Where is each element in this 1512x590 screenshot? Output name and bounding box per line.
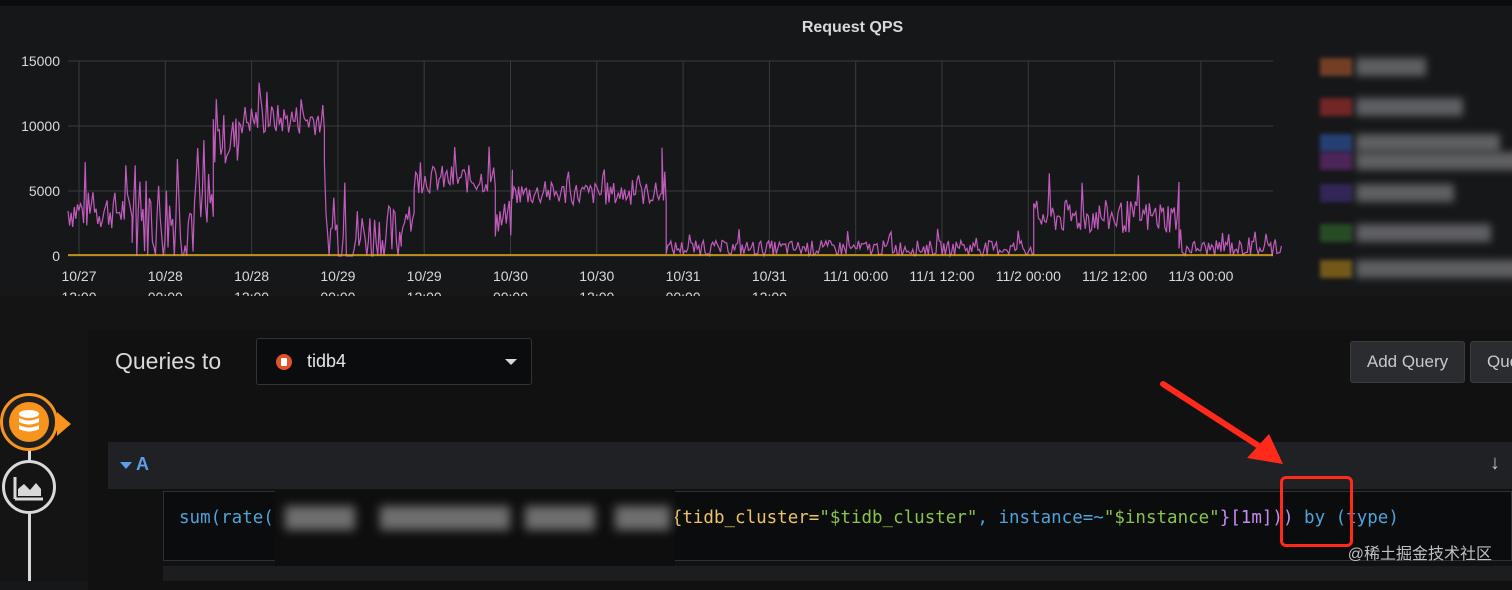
- legend-swatch: [1320, 184, 1352, 202]
- legend-item[interactable]: [1318, 152, 1512, 170]
- query-label-instance: , instance=~: [977, 508, 1104, 528]
- legend-label-blurred: [1356, 134, 1500, 152]
- legend-item[interactable]: [1318, 184, 1512, 202]
- datasource-select[interactable]: tidb4: [256, 338, 532, 385]
- arrow-down-icon[interactable]: ↓: [1490, 452, 1500, 475]
- legend-label-blurred: [1356, 260, 1512, 278]
- query-func: sum(rate(: [179, 508, 274, 528]
- legend-label-blurred: [1356, 184, 1454, 202]
- y-tick-label: 0: [52, 248, 60, 264]
- x-tick-label: 11/2 00:00: [996, 268, 1061, 284]
- legend-item[interactable]: [1318, 58, 1512, 76]
- graph-panel: Request QPS 05000100001500010/2712:0010/…: [0, 0, 1512, 303]
- visualization-tab[interactable]: [2, 460, 56, 514]
- legend-swatch: [1320, 224, 1352, 242]
- legend-swatch: [1320, 134, 1352, 152]
- legend-item[interactable]: [1318, 260, 1512, 278]
- x-tick-label: 10/30: [493, 268, 528, 284]
- blurred-text: [525, 506, 595, 530]
- datasource-name: tidb4: [307, 351, 347, 371]
- queries-tab[interactable]: [0, 393, 58, 451]
- x-tick-label: 10/29: [320, 268, 355, 284]
- x-tick-label: 11/1 00:00: [823, 268, 888, 284]
- query-inspector-button[interactable]: Que: [1470, 341, 1512, 383]
- x-tick-label: 11/1 12:00: [909, 268, 974, 284]
- caret-down-icon: [505, 359, 517, 365]
- legend-label-blurred: [1356, 224, 1491, 242]
- legend-label-blurred: [1356, 152, 1512, 170]
- legend-label-blurred: [1356, 58, 1426, 76]
- active-tab-pointer: [57, 412, 71, 436]
- query-label-open: {tidb_cluster=: [671, 508, 820, 528]
- legend-item[interactable]: [1318, 224, 1512, 242]
- x-tick-label: 10/28: [234, 268, 269, 284]
- x-tick-label: 10/31: [666, 268, 701, 284]
- watermark: @稀土掘金技术社区: [1347, 546, 1492, 563]
- x-tick-label: 10/28: [148, 268, 183, 284]
- collapse-caret-icon[interactable]: [120, 462, 132, 469]
- datasource-icon: [276, 354, 292, 370]
- add-query-button[interactable]: Add Query: [1350, 341, 1465, 383]
- queries-to-label: Queries to: [115, 348, 222, 374]
- blurred-text: [285, 506, 355, 530]
- annotation-arrow-icon: [1160, 381, 1283, 464]
- highlight-box: [1280, 476, 1353, 547]
- x-tick-label: 10/31: [752, 268, 787, 284]
- query-string-instance: "$instance": [1103, 508, 1220, 528]
- legend-swatch: [1320, 152, 1352, 170]
- query-options-bar: [163, 566, 1512, 581]
- database-icon: [9, 402, 49, 442]
- legend: [1318, 54, 1512, 294]
- legend-swatch: [1320, 98, 1352, 116]
- x-tick-label: 11/2 12:00: [1082, 268, 1147, 284]
- blurred-text: [615, 506, 670, 530]
- x-tick-label: 10/27: [61, 268, 96, 284]
- x-tick-label: 10/29: [407, 268, 442, 284]
- qps-chart: 05000100001500010/2712:0010/2800:0010/28…: [21, 53, 1283, 302]
- y-tick-label: 15000: [21, 53, 60, 69]
- x-tick-label: 10/30: [579, 268, 614, 284]
- area-chart-icon: [13, 477, 43, 501]
- legend-swatch: [1320, 58, 1352, 76]
- legend-swatch: [1320, 260, 1352, 278]
- y-tick-label: 10000: [21, 118, 60, 134]
- series-line-main: [67, 82, 1283, 259]
- y-tick-label: 5000: [29, 183, 60, 199]
- blurred-text: [380, 506, 510, 530]
- query-letter: A: [136, 454, 149, 474]
- legend-item[interactable]: [1318, 98, 1512, 116]
- query-string-cluster: "$tidb_cluster": [819, 508, 978, 528]
- legend-item[interactable]: [1318, 134, 1512, 152]
- x-tick-label: 11/3 00:00: [1168, 268, 1233, 284]
- legend-label-blurred: [1356, 98, 1463, 116]
